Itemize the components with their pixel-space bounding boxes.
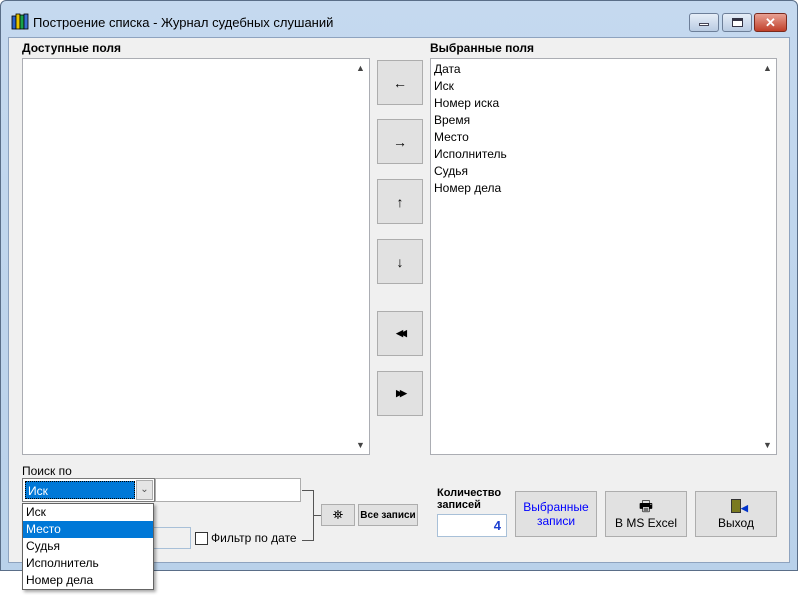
list-item[interactable]: Судья (431, 163, 776, 180)
maximize-button[interactable] (722, 13, 752, 32)
scroll-up-icon[interactable]: ▲ (356, 63, 365, 73)
exit-label: Выход (718, 515, 754, 530)
selected-records-button[interactable]: Выбранные записи (515, 491, 597, 537)
record-count-field: 4 (437, 514, 507, 537)
bracket-line (302, 540, 314, 541)
double-right-icon: ▶▶ (396, 388, 407, 398)
dropdown-option[interactable]: Номер дела (23, 572, 153, 589)
bracket-line (313, 515, 321, 516)
all-records-button[interactable]: Все записи (358, 504, 418, 526)
arrow-down-icon: ↓ (396, 253, 404, 270)
combo-selected-value: Иск (25, 481, 135, 499)
scrollbar[interactable]: ▲ ▼ (760, 59, 776, 454)
search-field-combo[interactable]: Иск ⌄ (22, 478, 155, 502)
move-up-button[interactable]: ↑ (377, 179, 423, 224)
available-fields-label: Доступные поля (22, 41, 122, 55)
printer-icon: 🖶 (638, 498, 654, 515)
search-input[interactable] (155, 478, 301, 502)
arrow-left-icon: ← (393, 74, 407, 91)
search-field-dropdown[interactable]: Иск Место Судья Исполнитель Номер дела (22, 503, 154, 590)
exit-door-icon: ◀ (731, 498, 748, 513)
app-books-icon (11, 13, 29, 30)
move-all-right-button[interactable]: ▶▶ (377, 371, 423, 416)
arrow-up-icon: ↑ (396, 193, 404, 210)
list-item[interactable]: Дата (431, 61, 776, 78)
scroll-down-icon[interactable]: ▼ (763, 440, 772, 450)
arrow-right-icon: → (393, 133, 407, 150)
date-filter-checkbox[interactable] (195, 532, 208, 545)
date-filter-label: Фильтр по дате (211, 531, 297, 545)
move-left-button[interactable]: ← (377, 60, 423, 105)
list-item[interactable]: Исполнитель (431, 146, 776, 163)
selected-fields-label: Выбранные поля (430, 41, 534, 55)
dropdown-option[interactable]: Исполнитель (23, 555, 153, 572)
double-left-icon: ◀◀ (396, 328, 407, 338)
list-item[interactable]: Время (431, 112, 776, 129)
chevron-down-icon[interactable]: ⌄ (136, 480, 153, 500)
export-excel-label: В MS Excel (614, 516, 677, 530)
all-records-label: Все записи (360, 509, 416, 521)
move-right-button[interactable]: → (377, 119, 423, 164)
move-all-left-button[interactable]: ◀◀ (377, 311, 423, 356)
list-item[interactable]: Место (431, 129, 776, 146)
date-field[interactable] (150, 527, 191, 549)
close-button[interactable]: ✕ (754, 13, 787, 32)
dropdown-option[interactable]: Иск (23, 504, 153, 521)
record-count-label: Количество записей (437, 487, 502, 511)
list-item[interactable]: Номер иска (431, 95, 776, 112)
search-by-label: Поиск по (22, 464, 72, 478)
window-title: Построение списка - Журнал судебных слуш… (33, 15, 334, 30)
selected-records-label: Выбранные записи (523, 500, 589, 528)
minimize-button[interactable] (689, 13, 719, 32)
list-item[interactable]: Номер дела (431, 180, 776, 197)
dropdown-option-highlighted[interactable]: Место (23, 521, 153, 538)
exit-button[interactable]: ◀ Выход (695, 491, 777, 537)
export-excel-button[interactable]: 🖶 В MS Excel (605, 491, 687, 537)
scrollbar[interactable]: ▲ ▼ (353, 59, 369, 454)
list-item[interactable]: Иск (431, 78, 776, 95)
scroll-up-icon[interactable]: ▲ (763, 63, 772, 73)
scroll-down-icon[interactable]: ▼ (356, 440, 365, 450)
move-down-button[interactable]: ↓ (377, 239, 423, 284)
binoculars-icon: ⛯ (332, 507, 344, 522)
selected-fields-list[interactable]: Дата Иск Номер иска Время Место Исполнит… (430, 58, 777, 455)
find-button[interactable]: ⛯ (321, 504, 355, 526)
available-fields-list[interactable]: ▲ ▼ (22, 58, 370, 455)
dropdown-option[interactable]: Судья (23, 538, 153, 555)
